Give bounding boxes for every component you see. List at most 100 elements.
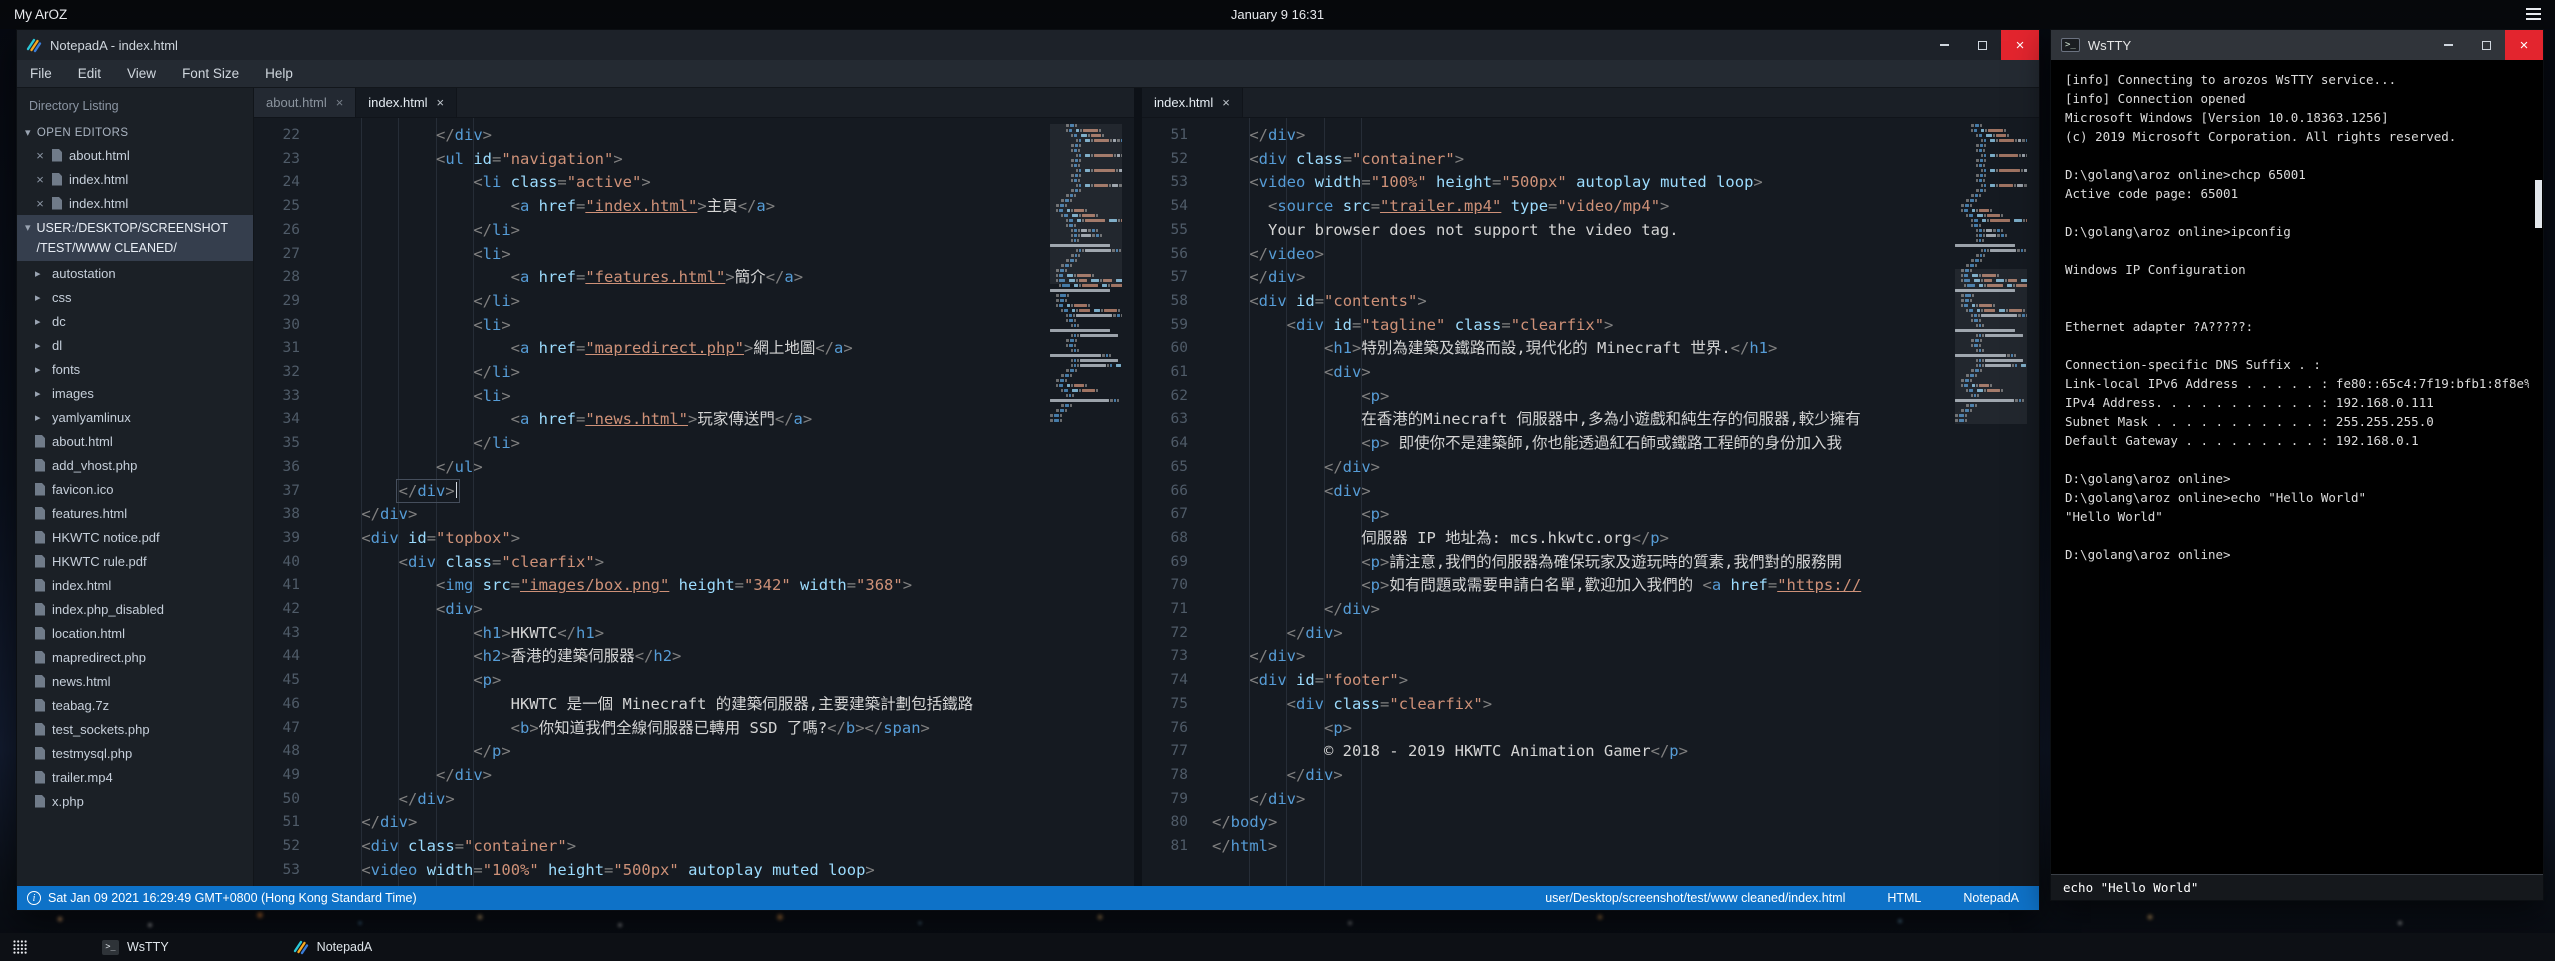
tree-file-test-sockets.php[interactable]: test_sockets.php <box>17 717 253 741</box>
tree-file-index.php-disabled[interactable]: index.php_disabled <box>17 597 253 621</box>
code-line[interactable]: 41 <img src="images/box.png" height="342… <box>254 574 1044 598</box>
tree-file-mapredirect.php[interactable]: mapredirect.php <box>17 645 253 669</box>
close-editor-icon[interactable]: × <box>35 172 45 187</box>
menu-item-file[interactable]: File <box>17 66 65 81</box>
maximize-button[interactable] <box>2467 30 2505 60</box>
code-line[interactable]: 29 </li> <box>254 290 1044 314</box>
code-line[interactable]: 60 <h1>特別為建築及鐵路而設,現代化的 Minecraft 世界.</h1… <box>1142 337 1949 361</box>
code-editor-right[interactable]: 51 </div>52 <div class="container">53 <v… <box>1142 118 2039 886</box>
code-line[interactable]: 56 </video> <box>1142 243 1949 267</box>
code-line[interactable]: 71 </div> <box>1142 598 1949 622</box>
tree-file-about.html[interactable]: about.html <box>17 429 253 453</box>
code-line[interactable]: 42 <div> <box>254 598 1044 622</box>
code-line[interactable]: 76 <p> <box>1142 717 1949 741</box>
code-line[interactable]: 25 <a href="index.html">主頁</a> <box>254 195 1044 219</box>
code-line[interactable]: 61 <div> <box>1142 361 1949 385</box>
tab-index.html[interactable]: index.html× <box>1142 88 1243 117</box>
taskbar-item-notepada[interactable]: NotepadA <box>279 933 387 961</box>
terminal-output[interactable]: [info] Connecting to arozos WsTTY servic… <box>2051 60 2543 874</box>
tree-file-index.html[interactable]: index.html <box>17 573 253 597</box>
code-line[interactable]: 32 </li> <box>254 361 1044 385</box>
code-line[interactable]: 22 </div> <box>254 124 1044 148</box>
code-line[interactable]: 79 </div> <box>1142 788 1949 812</box>
tree-folder-yamlyamlinux[interactable]: ▸yamlyamlinux <box>17 405 253 429</box>
code-line[interactable]: 46 HKWTC 是一個 Minecraft 的建築伺服器,主要建築計劃包括鐵路 <box>254 693 1044 717</box>
code-line[interactable]: 34 <a href="news.html">玩家傳送門</a> <box>254 408 1044 432</box>
workspace-root-item[interactable]: ▾ USER:/DESKTOP/SCREENSHOT /TEST/WWW CLE… <box>17 215 253 261</box>
minimap-viewport[interactable] <box>1050 124 1122 284</box>
notepada-title-bar[interactable]: NotepadA - index.html × <box>17 30 2039 60</box>
close-button[interactable]: × <box>2001 30 2039 60</box>
code-line[interactable]: 52 <div class="container"> <box>254 835 1044 859</box>
split-handle[interactable] <box>1134 88 1142 886</box>
code-line[interactable]: 54 <source src="trailer.mp4" type="video… <box>1142 195 1949 219</box>
code-line[interactable]: 69 <p>請注意,我們的伺服器為確保玩家及遊玩時的質素,我們對的服務開 <box>1142 551 1949 575</box>
tree-file-add-vhost.php[interactable]: add_vhost.php <box>17 453 253 477</box>
open-editor-item[interactable]: ×about.html <box>17 143 253 167</box>
minimap[interactable] <box>1050 124 1122 886</box>
tree-file-HKWTC-rule.pdf[interactable]: HKWTC rule.pdf <box>17 549 253 573</box>
code-line[interactable]: 49 </div> <box>254 764 1044 788</box>
code-line[interactable]: 57 </div> <box>1142 266 1949 290</box>
code-line[interactable]: 74 <div id="footer"> <box>1142 669 1949 693</box>
code-line[interactable]: 65 </div> <box>1142 456 1949 480</box>
hamburger-menu-icon[interactable] <box>2526 8 2541 20</box>
code-line[interactable]: 28 <a href="features.html">簡介</a> <box>254 266 1044 290</box>
menu-item-view[interactable]: View <box>114 66 169 81</box>
close-button[interactable]: × <box>2505 30 2543 60</box>
code-line[interactable]: 40 <div class="clearfix"> <box>254 551 1044 575</box>
tree-folder-images[interactable]: ▸images <box>17 381 253 405</box>
scrollbar-thumb[interactable] <box>2535 180 2542 228</box>
tab-close-icon[interactable]: × <box>1222 95 1230 110</box>
code-line[interactable]: 70 <p>如有問題或需要申請白名單,歡迎加入我們的 <a href="http… <box>1142 574 1949 598</box>
code-line[interactable]: 39 <div id="topbox"> <box>254 527 1044 551</box>
code-line[interactable]: 51 </div> <box>1142 124 1949 148</box>
code-line[interactable]: 73 </div> <box>1142 645 1949 669</box>
code-line[interactable]: 30 <li> <box>254 314 1044 338</box>
app-launcher-icon[interactable] <box>0 933 40 961</box>
code-line[interactable]: 81</html> <box>1142 835 1949 859</box>
minimize-button[interactable] <box>1925 30 1963 60</box>
code-line[interactable]: 26 </li> <box>254 219 1044 243</box>
code-line[interactable]: 67 <p> <box>1142 503 1949 527</box>
code-line[interactable]: 80</body> <box>1142 811 1949 835</box>
code-line[interactable]: 77 © 2018 - 2019 HKWTC Animation Gamer</… <box>1142 740 1949 764</box>
code-line[interactable]: 66 <div> <box>1142 480 1949 504</box>
tree-file-x.php[interactable]: x.php <box>17 789 253 813</box>
tab-close-icon[interactable]: × <box>437 95 445 110</box>
code-line[interactable]: 45 <p> <box>254 669 1044 693</box>
code-line[interactable]: 33 <li> <box>254 385 1044 409</box>
code-line[interactable]: 58 <div id="contents"> <box>1142 290 1949 314</box>
tree-folder-dc[interactable]: ▸dc <box>17 309 253 333</box>
taskbar-item-wstty[interactable]: >_ WsTTY <box>88 933 183 961</box>
menu-item-edit[interactable]: Edit <box>65 66 114 81</box>
tree-file-favicon.ico[interactable]: favicon.ico <box>17 477 253 501</box>
code-line[interactable]: 38 </div> <box>254 503 1044 527</box>
code-line[interactable]: 44 <h2>香港的建築伺服器</h2> <box>254 645 1044 669</box>
code-line[interactable]: 68 伺服器 IP 地址為: mcs.hkwtc.org</p> <box>1142 527 1949 551</box>
maximize-button[interactable] <box>1963 30 2001 60</box>
minimap[interactable] <box>1955 124 2027 886</box>
code-line[interactable]: 37 </div> <box>254 480 1044 504</box>
terminal-input[interactable]: echo "Hello World" <box>2051 874 2543 900</box>
open-editor-item[interactable]: ×index.html <box>17 167 253 191</box>
close-editor-icon[interactable]: × <box>35 148 45 163</box>
minimap-viewport[interactable] <box>1955 269 2027 424</box>
menu-item-font-size[interactable]: Font Size <box>169 66 252 81</box>
tab-close-icon[interactable]: × <box>336 95 344 110</box>
tree-file-teabag.7z[interactable]: teabag.7z <box>17 693 253 717</box>
tree-file-testmysql.php[interactable]: testmysql.php <box>17 741 253 765</box>
open-editors-header[interactable]: ▾ OPEN EDITORS <box>17 122 253 143</box>
tab-index.html[interactable]: index.html× <box>356 88 457 117</box>
open-editor-item[interactable]: ×index.html <box>17 191 253 215</box>
tree-folder-dl[interactable]: ▸dl <box>17 333 253 357</box>
code-line[interactable]: 27 <li> <box>254 243 1044 267</box>
code-line[interactable]: 36 </ul> <box>254 456 1044 480</box>
code-line[interactable]: 24 <li class="active"> <box>254 171 1044 195</box>
menu-item-help[interactable]: Help <box>252 66 306 81</box>
code-line[interactable]: 53 <video width="100%" height="500px" au… <box>254 859 1044 883</box>
tree-folder-css[interactable]: ▸css <box>17 285 253 309</box>
code-line[interactable]: 75 <div class="clearfix"> <box>1142 693 1949 717</box>
minimize-button[interactable] <box>2429 30 2467 60</box>
code-line[interactable]: 53 <video width="100%" height="500px" au… <box>1142 171 1949 195</box>
